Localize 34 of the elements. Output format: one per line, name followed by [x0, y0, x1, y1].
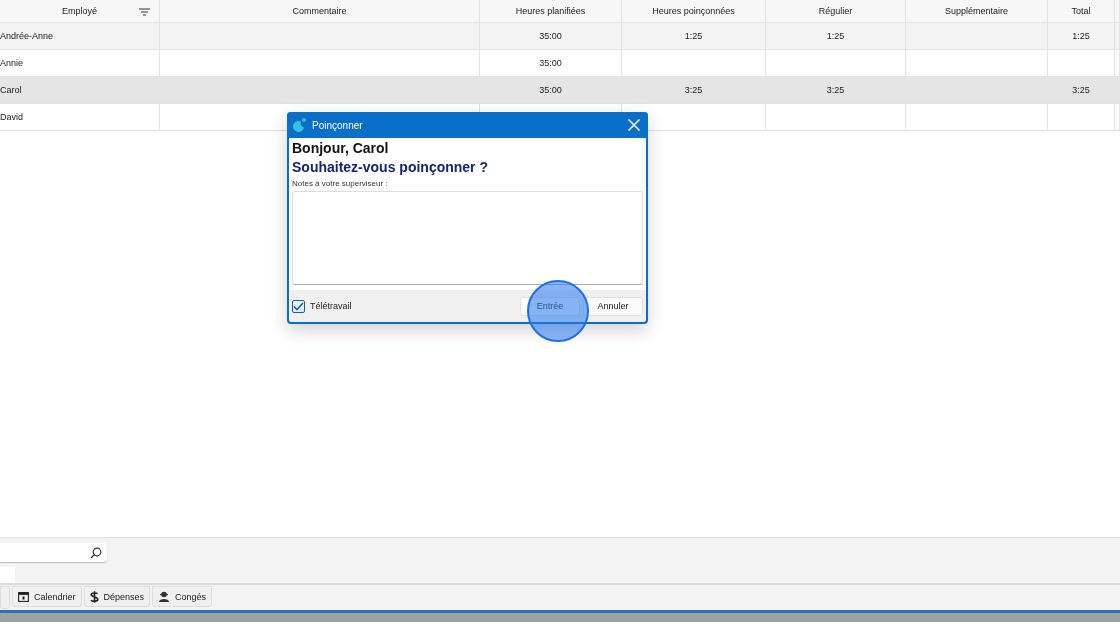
remote-checkbox[interactable]: Télétravail: [292, 299, 352, 313]
search-icon: [90, 546, 102, 559]
tab[interactable]: [0, 586, 10, 609]
question-text: Souhaitez-vous poinçonner ?: [292, 159, 489, 175]
checkmark-icon: [293, 301, 304, 311]
notes-label: Notes à votre superviseur :: [292, 179, 389, 188]
table-cell: [1048, 104, 1115, 131]
dialog-title: Poinçonner: [312, 119, 364, 131]
filter-icon[interactable]: [139, 8, 150, 16]
input-field[interactable]: [0, 567, 15, 583]
greeting-text: Bonjour, Carol: [292, 140, 390, 156]
column-header[interactable]: Heures planifiées: [480, 0, 622, 23]
app-logo-icon: [292, 118, 306, 132]
tab[interactable]: Congés: [152, 586, 213, 607]
search-field[interactable]: [0, 543, 107, 562]
person-icon: [158, 591, 171, 602]
table-row[interactable]: Carol 35:00 3:25 3:25 3:25: [0, 77, 1120, 104]
notes-field[interactable]: [292, 191, 643, 285]
table-row[interactable]: Annie 35:00: [0, 50, 1120, 77]
tab[interactable]: Dépenses: [83, 586, 151, 607]
dialog-button[interactable]: Entrée: [520, 296, 580, 316]
column-header[interactable]: Heures poinçonnées: [622, 0, 766, 23]
close-icon[interactable]: [628, 119, 640, 131]
column-header[interactable]: Total: [1048, 0, 1115, 23]
column-header[interactable]: Commentaire: [160, 0, 480, 23]
dollar-icon: [89, 590, 99, 603]
column-header[interactable]: Régulier: [766, 0, 906, 23]
calendar-icon: [18, 591, 29, 602]
column-header[interactable]: Employé: [0, 0, 160, 23]
tab[interactable]: Calendrier: [12, 586, 82, 607]
table-row[interactable]: Andrée-Anne 35:00 1:25 1:25 1:25: [0, 23, 1120, 50]
column-header[interactable]: Supplémentaire: [906, 0, 1048, 23]
dialog-button[interactable]: Annuler: [583, 296, 643, 316]
table-cell: David: [0, 104, 160, 131]
